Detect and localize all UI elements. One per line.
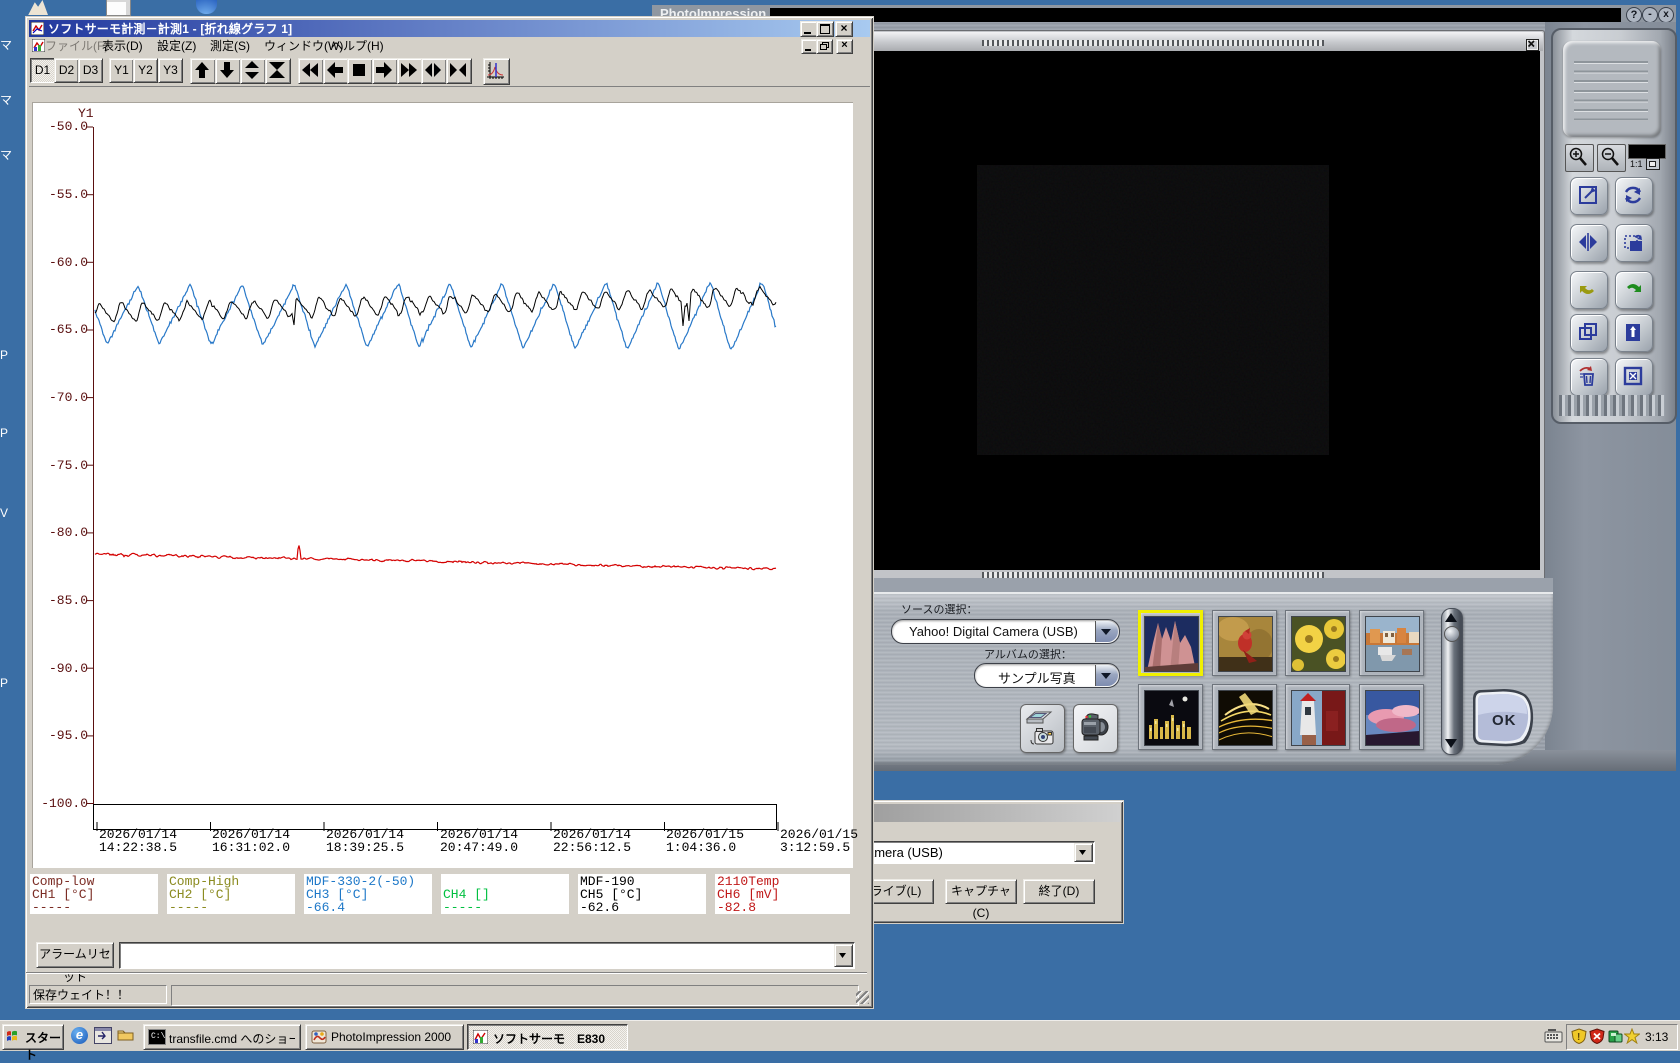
svg-text:OK: OK bbox=[1492, 712, 1517, 729]
svg-text:!: ! bbox=[1577, 1032, 1580, 1043]
